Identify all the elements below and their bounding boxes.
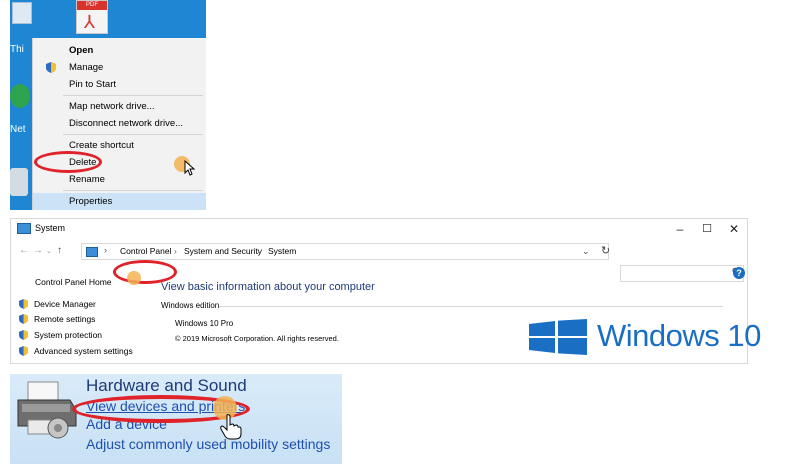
desktop-icon-label-fragment: Net [10,124,26,135]
page-heading: View basic information about your comput… [161,281,375,293]
breadcrumb-system[interactable]: System [268,246,296,256]
back-arrow-icon[interactable]: ← [19,245,29,256]
pdf-file-icon[interactable]: PDF ⅄ [76,0,108,34]
recent-locations-chevron-icon[interactable]: ⌄ [46,247,52,255]
advanced-system-settings-link[interactable]: Advanced system settings [19,346,133,356]
menu-separator [63,95,203,96]
breadcrumb-chevron-icon[interactable]: › [104,245,107,255]
uac-shield-icon [19,299,28,309]
windows-edition-value: Windows 10 Pro [175,319,234,328]
copyright-text: © 2019 Microsoft Corporation. All rights… [175,334,339,343]
context-menu: Open Manage Pin to Start Map network dri… [32,38,206,210]
menu-separator [63,134,203,135]
menu-item-properties[interactable]: Properties [33,193,206,210]
help-icon[interactable]: ? [733,267,745,279]
uac-shield-icon [19,346,28,356]
breadcrumb-control-panel[interactable]: Control Panel [120,246,172,256]
menu-item-disconnect-network-drive[interactable]: Disconnect network drive... [33,115,206,132]
windows-logo-icon [529,319,587,355]
address-dropdown-icon[interactable]: ⌄ [582,246,590,257]
control-panel-icon [86,247,98,257]
search-input[interactable]: ⚲ [620,265,744,282]
hand-pointer-icon [220,414,242,440]
click-indicator [127,271,141,285]
minimize-button[interactable]: – [670,221,690,237]
section-label: Windows edition [161,301,220,310]
recycle-bin-icon[interactable] [10,168,28,196]
category-title[interactable]: Hardware and Sound [86,376,247,396]
breadcrumb-separator[interactable]: › [257,246,260,256]
printer-icon [17,381,77,439]
maximize-button[interactable]: ☐ [697,221,717,237]
uac-shield-icon [19,314,28,324]
link-label: Device Manager [34,299,96,309]
title-bar[interactable]: System – ☐ ✕ [11,219,747,239]
up-arrow-icon[interactable]: ↑ [57,245,62,256]
link-label: System protection [34,330,103,340]
this-pc-icon[interactable] [12,2,32,24]
menu-item-pin-to-start[interactable]: Pin to Start [33,76,206,93]
annotation-circle [34,151,102,173]
address-bar[interactable]: › Control Panel › System and Security › … [81,243,610,260]
windows-10-logo-text: Windows 10 [597,318,761,353]
menu-item-rename[interactable]: Rename [33,171,206,188]
device-manager-link[interactable]: Device Manager [19,299,96,309]
section-divider [219,306,723,307]
menu-item-manage[interactable]: Manage [33,59,206,76]
system-window: System – ☐ ✕ ← → ⌄ ↑ › Control Panel › S… [10,218,761,364]
menu-item-label: Manage [69,62,104,73]
menu-separator [63,190,203,191]
system-protection-link[interactable]: System protection [19,330,102,340]
desktop-icon-label-fragment: Thi [10,44,24,55]
remote-settings-link[interactable]: Remote settings [19,314,95,324]
window-title: System [35,223,66,233]
link-label: Advanced system settings [34,346,133,356]
network-icon[interactable] [10,84,30,108]
close-button[interactable]: ✕ [724,221,744,237]
control-panel-home-link[interactable]: Control Panel Home [35,277,112,287]
system-window-icon [17,223,31,234]
menu-item-open[interactable]: Open [33,42,206,59]
breadcrumb-separator[interactable]: › [174,246,177,256]
breadcrumb-system-and-security[interactable]: System and Security [184,246,262,256]
hardware-and-sound-panel: Hardware and Sound View devices and prin… [10,374,342,464]
mouse-cursor-icon [184,160,196,176]
pdf-label: PDF [77,1,107,10]
uac-shield-icon [19,330,28,340]
forward-arrow-icon[interactable]: → [33,245,43,256]
desktop-context-menu-panel: PDF ⅄ Thi Net Open Manage Pin to Start M… [10,0,206,210]
menu-item-map-network-drive[interactable]: Map network drive... [33,98,206,115]
refresh-icon[interactable]: ↻ [601,244,610,257]
uac-shield-icon [46,62,56,73]
link-label: Remote settings [34,314,96,324]
mobility-settings-link[interactable]: Adjust commonly used mobility settings [86,436,330,452]
address-bar-row: ← → ⌄ ↑ › Control Panel › System and Sec… [11,241,747,285]
acrobat-glyph-icon: ⅄ [84,12,95,32]
